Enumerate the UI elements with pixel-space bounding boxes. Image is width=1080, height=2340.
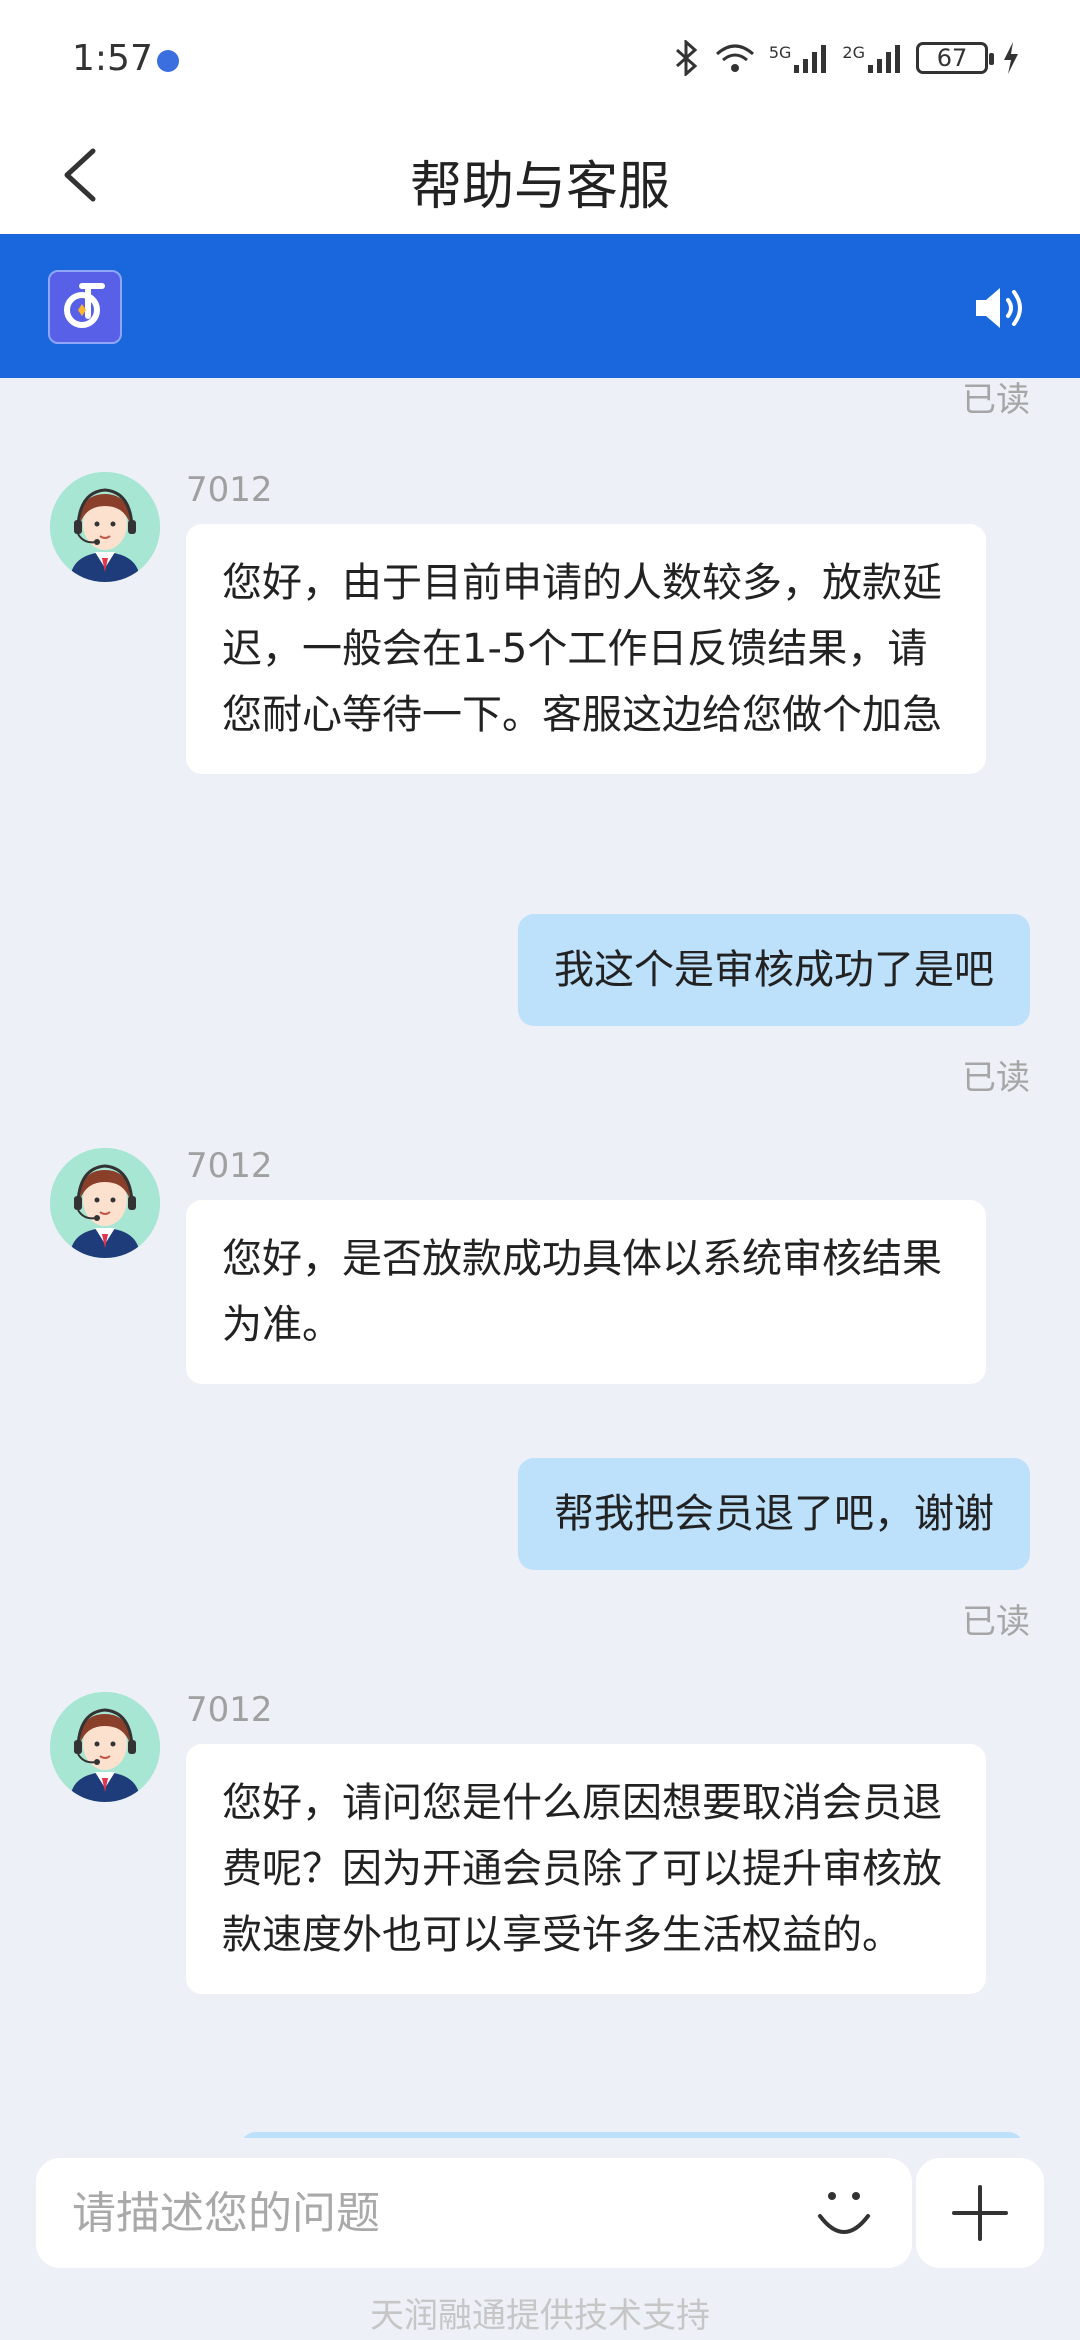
agent-name: 7012 bbox=[186, 1690, 273, 1730]
logo-mark-icon bbox=[64, 283, 105, 328]
user-message-bubble: 我这个是审核成功了是吧 bbox=[518, 914, 1030, 1026]
app-logo bbox=[48, 270, 122, 344]
brand-bar bbox=[0, 234, 1080, 378]
agent-message-bubble: 您好，是否放款成功具体以系统审核结果为准。 bbox=[186, 1200, 986, 1384]
read-status: 已读 bbox=[962, 1058, 1030, 1098]
message-input[interactable] bbox=[72, 2158, 772, 2268]
agent-message-bubble: 您好，请问您是什么原因想要取消会员退费呢？因为开通会员除了可以提升审核放款速度外… bbox=[186, 1744, 986, 1994]
agent-avatar bbox=[50, 1148, 160, 1258]
plus-icon bbox=[952, 2185, 1008, 2241]
emoji-button[interactable] bbox=[812, 2182, 876, 2246]
agent-avatar-icon bbox=[50, 472, 160, 582]
network-5g-label: 5G bbox=[768, 43, 792, 62]
agent-name: 7012 bbox=[186, 1146, 273, 1186]
signal-2g-icon: 2G bbox=[842, 43, 902, 73]
status-time: 1:57 bbox=[72, 38, 153, 79]
wifi-icon bbox=[715, 44, 754, 72]
bluetooth-icon bbox=[675, 40, 698, 76]
screen: 1:57 5G 2G 67 帮助与客服 已读 7012 您好，由于目前申请的人数… bbox=[0, 0, 1080, 2340]
speaker-button[interactable] bbox=[972, 280, 1028, 336]
agent-name: 7012 bbox=[186, 470, 273, 510]
title-bar: 帮助与客服 bbox=[0, 120, 1080, 234]
chat-area[interactable]: 已读 7012 您好，由于目前申请的人数较多，放款延迟，一般会在1-5个工作日反… bbox=[0, 378, 1080, 2138]
agent-avatar bbox=[50, 1692, 160, 1802]
input-area: 天润融通提供技术支持 bbox=[0, 2138, 1080, 2340]
network-2g-label: 2G bbox=[842, 43, 865, 62]
read-status: 已读 bbox=[962, 380, 1030, 420]
agent-avatar-icon bbox=[50, 1148, 160, 1258]
more-button[interactable] bbox=[916, 2158, 1044, 2268]
status-bar: 1:57 5G 2G 67 bbox=[0, 0, 1080, 120]
message-input-box bbox=[36, 2158, 912, 2268]
smile-icon bbox=[818, 2192, 870, 2234]
user-message-bubble: 帮我把会员退了吧，谢谢 bbox=[518, 1458, 1030, 1570]
status-icons: 5G 2G 67 bbox=[673, 40, 1020, 76]
battery-icon: 67 bbox=[916, 42, 994, 74]
battery-level: 67 bbox=[936, 44, 968, 72]
charging-icon bbox=[1004, 42, 1018, 74]
signal-5g-icon: 5G bbox=[769, 43, 829, 73]
agent-avatar-icon bbox=[50, 1692, 160, 1802]
read-status: 已读 bbox=[962, 1602, 1030, 1642]
agent-message-bubble: 您好，由于目前申请的人数较多，放款延迟，一般会在1-5个工作日反馈结果，请您耐心… bbox=[186, 524, 986, 774]
notification-dot-icon bbox=[157, 50, 179, 72]
tech-support-note: 天润融通提供技术支持 bbox=[370, 2296, 710, 2336]
speaker-icon bbox=[976, 288, 1022, 328]
page-title: 帮助与客服 bbox=[409, 157, 670, 217]
agent-avatar bbox=[50, 472, 160, 582]
